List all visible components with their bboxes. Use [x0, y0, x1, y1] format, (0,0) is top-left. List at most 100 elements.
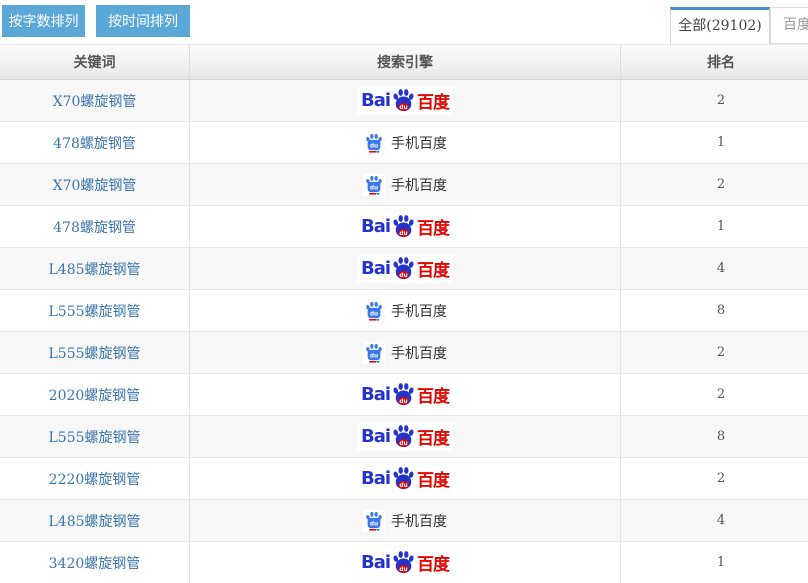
baidu-logo-bai: Bai: [361, 258, 390, 279]
baidu-paw-du: du: [399, 399, 407, 405]
baidu-logo-cn: 百度: [417, 466, 449, 491]
keyword-link[interactable]: X70螺旋钢管: [53, 175, 137, 195]
rank-value: 2: [717, 471, 725, 486]
baidu-logo-cn: 百度: [417, 550, 449, 575]
keyword-cell: L555螺旋钢管: [0, 290, 190, 331]
keyword-link[interactable]: 478螺旋钢管: [53, 133, 136, 153]
mobile-baidu: du 手机百度: [363, 300, 447, 322]
mobile-baidu-icon: du: [363, 300, 385, 322]
search-engine-cell: Bai du 百度: [190, 248, 621, 289]
rank-value: 2: [717, 93, 725, 108]
search-engine-cell: Bai du 百度: [190, 80, 621, 121]
rank-cell: 4: [621, 500, 808, 541]
rank-cell: 2: [621, 164, 808, 205]
keyword-link[interactable]: L555螺旋钢管: [48, 427, 140, 447]
keyword-cell: 478螺旋钢管: [0, 206, 190, 247]
mobile-baidu: du 手机百度: [363, 174, 447, 196]
keyword-link[interactable]: 478螺旋钢管: [53, 217, 136, 237]
table-row: L485螺旋钢管 Bai du 百度: [0, 500, 808, 542]
table-row: L555螺旋钢管 Bai du 百度: [0, 290, 808, 332]
rank-cell: 1: [621, 122, 808, 163]
baidu-paw-icon: du: [391, 88, 416, 113]
baidu-paw-du: du: [399, 105, 407, 111]
mobile-paw-icon: du: [364, 343, 384, 363]
search-engine-cell: Bai du 百度: [190, 416, 621, 457]
table-row: X70螺旋钢管 Bai du 百度: [0, 164, 808, 206]
mobile-baidu: du 手机百度: [363, 132, 447, 154]
baidu-logo: Bai du 百度: [357, 549, 453, 577]
rank-cell: 1: [621, 542, 808, 583]
mobile-paw-icon: du: [364, 175, 384, 195]
keyword-cell: L485螺旋钢管: [0, 500, 190, 541]
mobile-paw-du: du: [370, 143, 378, 149]
keyword-link[interactable]: 3420螺旋钢管: [49, 553, 141, 573]
tab-all[interactable]: 全部(29102): [670, 7, 770, 44]
rank-value: 1: [717, 219, 725, 234]
rank-cell: 1: [621, 206, 808, 247]
keyword-link[interactable]: L485螺旋钢管: [48, 511, 140, 531]
mobile-baidu-label: 手机百度: [391, 133, 447, 153]
rank-value: 2: [717, 345, 725, 360]
mobile-baidu: du 手机百度: [363, 342, 447, 364]
baidu-paw-icon: du: [391, 256, 416, 281]
table-row: 2220螺旋钢管 Bai du 百度: [0, 458, 808, 500]
keyword-link[interactable]: 2220螺旋钢管: [49, 469, 141, 489]
baidu-paw-du: du: [399, 231, 407, 237]
baidu-paw-du: du: [399, 567, 407, 573]
keyword-link[interactable]: X70螺旋钢管: [53, 91, 137, 111]
rank-value: 8: [717, 303, 725, 318]
rank-cell: 2: [621, 80, 808, 121]
mobile-baidu: du 手机百度: [363, 510, 447, 532]
keyword-link[interactable]: 2020螺旋钢管: [49, 385, 141, 405]
rank-cell: 2: [621, 332, 808, 373]
baidu-logo-cn: 百度: [417, 214, 449, 239]
keyword-cell: 2220螺旋钢管: [0, 458, 190, 499]
keyword-link[interactable]: L555螺旋钢管: [48, 343, 140, 363]
rank-cell: 8: [621, 290, 808, 331]
baidu-logo: Bai du 百度: [357, 423, 453, 451]
search-engine-cell: Bai du 百度: [190, 164, 621, 205]
table-row: 3420螺旋钢管 Bai du 百度: [0, 542, 808, 583]
keyword-cell: 478螺旋钢管: [0, 122, 190, 163]
mobile-paw-du: du: [370, 353, 378, 359]
rank-cell: 2: [621, 374, 808, 415]
mobile-paw-icon: du: [364, 301, 384, 321]
keyword-cell: L555螺旋钢管: [0, 332, 190, 373]
header-rank: 排名: [621, 45, 808, 79]
table-row: 2020螺旋钢管 Bai du 百度: [0, 374, 808, 416]
mobile-baidu-label: 手机百度: [391, 301, 447, 321]
rank-value: 2: [717, 387, 725, 402]
mobile-baidu-label: 手机百度: [391, 343, 447, 363]
table-row: L485螺旋钢管 Bai du 百度: [0, 248, 808, 290]
sort-by-time-button[interactable]: 按时间排列: [96, 5, 190, 37]
baidu-logo-bai: Bai: [361, 90, 390, 111]
baidu-logo-bai: Bai: [361, 468, 390, 489]
table-row: 478螺旋钢管 Bai du 百度: [0, 206, 808, 248]
search-engine-cell: Bai du 百度: [190, 542, 621, 583]
search-engine-cell: Bai du 百度: [190, 122, 621, 163]
rank-value: 1: [717, 135, 725, 150]
baidu-logo: Bai du 百度: [357, 381, 453, 409]
search-engine-cell: Bai du 百度: [190, 374, 621, 415]
mobile-baidu-label: 手机百度: [391, 511, 447, 531]
baidu-logo-bai: Bai: [361, 216, 390, 237]
keyword-link[interactable]: L485螺旋钢管: [48, 259, 140, 279]
rank-value: 8: [717, 429, 725, 444]
baidu-paw-icon: du: [391, 550, 416, 575]
mobile-paw-du: du: [370, 185, 378, 191]
keyword-link[interactable]: L555螺旋钢管: [48, 301, 140, 321]
mobile-baidu-icon: du: [363, 174, 385, 196]
sort-by-wordcount-button[interactable]: 按字数排列: [2, 5, 85, 37]
table-row: X70螺旋钢管 Bai du 百度: [0, 80, 808, 122]
table-row: 478螺旋钢管 Bai du 百度: [0, 122, 808, 164]
search-engine-cell: Bai du 百度: [190, 290, 621, 331]
table-row: L555螺旋钢管 Bai du 百度: [0, 416, 808, 458]
rank-value: 4: [717, 261, 725, 276]
baidu-paw-icon: du: [391, 382, 416, 407]
search-engine-cell: Bai du 百度: [190, 458, 621, 499]
keyword-rank-page: 按字数排列 按时间排列 全部(29102) 百度 关键词 搜索引擎 排名 X70…: [0, 0, 808, 583]
keyword-cell: 2020螺旋钢管: [0, 374, 190, 415]
baidu-logo: Bai du 百度: [357, 465, 453, 493]
tab-baidu[interactable]: 百度: [770, 7, 808, 44]
baidu-paw-icon: du: [391, 466, 416, 491]
